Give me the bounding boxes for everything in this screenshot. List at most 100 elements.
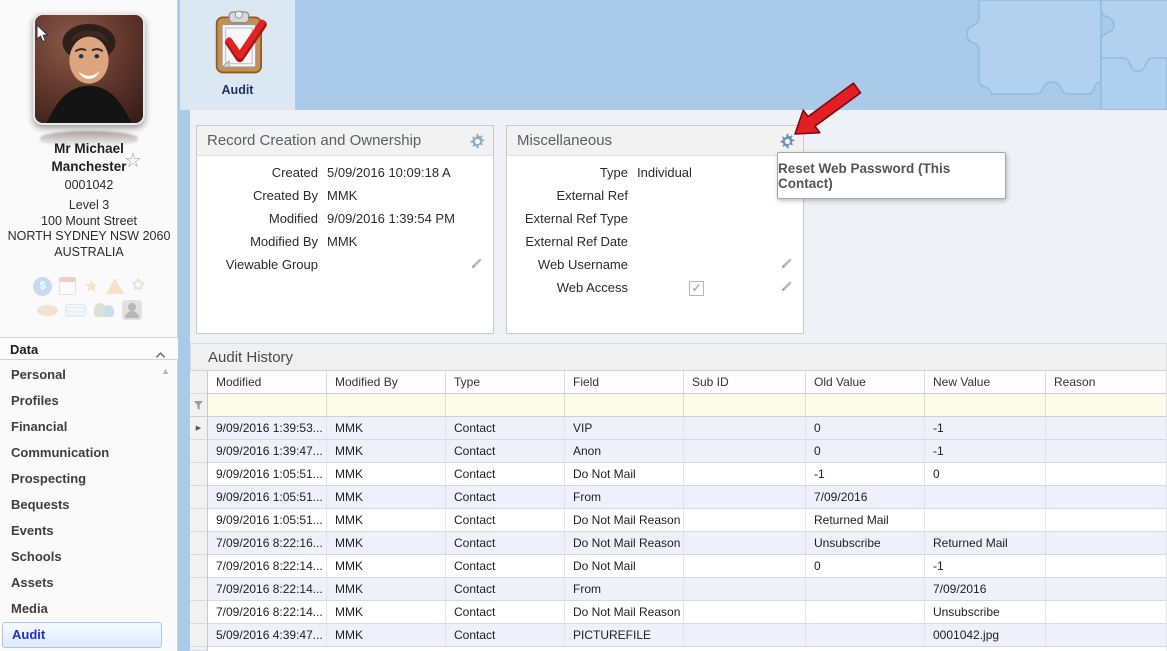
data-section-header[interactable]: Data (0, 337, 178, 360)
table-row[interactable]: 9/09/2016 1:05:51...MMKContactDo Not Mai… (190, 509, 1167, 532)
table-cell (1046, 624, 1167, 647)
filter-input[interactable] (684, 394, 806, 417)
table-cell: Unsubscribe (925, 601, 1046, 624)
table-row[interactable]: 9/09/2016 1:05:51...MMKContactFrom7/09/2… (190, 486, 1167, 509)
table-row[interactable]: 7/09/2016 8:22:14...MMKContactDo Not Mai… (190, 601, 1167, 624)
filter-input[interactable] (1046, 394, 1167, 417)
panel-field-row: Created ByMMK (197, 184, 493, 207)
panel-field-row: Created5/09/2016 10:09:18 A (197, 161, 493, 184)
sidebar-item-personal[interactable]: Personal (0, 362, 178, 388)
row-selector[interactable] (190, 509, 208, 532)
table-cell: 0001042.jpg (925, 624, 1046, 647)
table-cell (1046, 555, 1167, 578)
filter-input[interactable] (806, 394, 925, 417)
column-header-modified[interactable]: Modified (208, 371, 327, 394)
contact-name-line2: Manchester (0, 158, 178, 176)
favorite-star-icon[interactable]: ☆ (124, 148, 142, 173)
column-header-type[interactable]: Type (446, 371, 565, 394)
row-selector[interactable] (190, 624, 208, 647)
table-row[interactable]: 7/09/2016 8:22:14...MMKContactDo Not Mai… (190, 555, 1167, 578)
sidebar-item-assets[interactable]: Assets (0, 570, 178, 596)
current-row-indicator: ▶ (196, 425, 201, 432)
edit-pencil-icon[interactable] (780, 280, 793, 298)
sidebar-item-schools[interactable]: Schools (0, 544, 178, 570)
row-selector[interactable] (190, 601, 208, 624)
audit-clipboard-icon (206, 8, 270, 80)
table-row[interactable]: 7/09/2016 8:22:16...MMKContactDo Not Mai… (190, 532, 1167, 555)
edit-pencil-icon[interactable] (470, 257, 483, 275)
table-row[interactable]: 9/09/2016 1:05:51...MMKContactDo Not Mai… (190, 463, 1167, 486)
web-access-checkbox[interactable]: ✓ (689, 281, 704, 296)
audit-history-header: Audit History (190, 343, 1167, 371)
table-cell (684, 555, 806, 578)
row-selector[interactable]: ▶ (190, 417, 208, 440)
field-value: MMK (327, 234, 493, 249)
sidebar-item-events[interactable]: Events (0, 518, 178, 544)
sidebar-item-financial[interactable]: Financial (0, 414, 178, 440)
table-cell: 5/09/2016 4:39:47... (208, 624, 327, 647)
relationships-icon (93, 302, 115, 318)
table-cell: 0 (806, 440, 925, 463)
panel-record-body: Created5/09/2016 10:09:18 ACreated ByMMK… (197, 156, 493, 276)
column-header-field[interactable]: Field (565, 371, 684, 394)
table-cell: 7/09/2016 8:22:16... (208, 532, 327, 555)
sidebar-item-profiles[interactable]: Profiles (0, 388, 178, 414)
table-cell (806, 601, 925, 624)
audit-history-table: ModifiedModified ByTypeFieldSub IDOld Va… (190, 371, 1167, 651)
table-cell: 9/09/2016 1:39:47... (208, 440, 327, 463)
column-header-modified-by[interactable]: Modified By (327, 371, 446, 394)
edit-pencil-icon[interactable] (780, 257, 793, 275)
filter-input[interactable] (208, 394, 327, 417)
row-selector[interactable] (190, 578, 208, 601)
filter-input[interactable] (925, 394, 1046, 417)
pledge-icon (59, 277, 76, 295)
filter-input[interactable] (565, 394, 684, 417)
row-selector-header (190, 371, 208, 394)
annotation-arrow (782, 80, 866, 147)
contact-attribute-badges: $ ★ ✿ (0, 276, 178, 324)
table-cell (925, 486, 1046, 509)
table-cell (806, 578, 925, 601)
column-header-new-value[interactable]: New Value (925, 371, 1046, 394)
column-header-reason[interactable]: Reason (1046, 371, 1167, 394)
filter-icon[interactable] (190, 394, 208, 417)
table-row[interactable]: 7/09/2016 8:22:14...MMKContactFrom7/09/2… (190, 578, 1167, 601)
sidebar-item-prospecting[interactable]: Prospecting (0, 466, 178, 492)
sidebar-item-bequests[interactable]: Bequests (0, 492, 178, 518)
table-cell (684, 509, 806, 532)
row-selector[interactable] (190, 463, 208, 486)
filter-input[interactable] (327, 394, 446, 417)
column-header-old-value[interactable]: Old Value (806, 371, 925, 394)
table-row[interactable]: ▶9/09/2016 1:39:53...MMKContactVIP0-1 (190, 417, 1167, 440)
row-selector[interactable] (190, 486, 208, 509)
sidebar-item-media[interactable]: Media (0, 596, 178, 622)
table-cell (684, 486, 806, 509)
content-area: Record Creation and Ownership Created5/0… (190, 110, 1167, 651)
table-cell: Do Not Mail (565, 463, 684, 486)
table-cell: Contact (446, 440, 565, 463)
table-row[interactable]: 9/09/2016 1:39:47...MMKContactAnon0-1 (190, 440, 1167, 463)
row-selector[interactable] (190, 532, 208, 555)
field-label: External Ref (507, 188, 637, 203)
table-cell (684, 578, 806, 601)
sidebar-item-audit[interactable]: Audit (2, 622, 162, 648)
menu-scroll-up-icon[interactable]: ▲ (161, 366, 170, 376)
field-label: Viewable Group (197, 257, 327, 272)
row-selector[interactable] (190, 555, 208, 578)
tab-audit[interactable]: Audit (180, 0, 295, 110)
reset-web-password-menu-item[interactable]: Reset Web Password (This Contact) (777, 152, 1006, 199)
table-cell (1046, 440, 1167, 463)
tab-audit-label: Audit (222, 83, 254, 97)
sidebar-item-communication[interactable]: Communication (0, 440, 178, 466)
record-gear-icon[interactable] (469, 133, 486, 155)
table-row[interactable]: 5/09/2016 4:39:47...MMKContactPICTUREFIL… (190, 624, 1167, 647)
table-cell: Returned Mail (925, 532, 1046, 555)
table-cell: 0 (806, 555, 925, 578)
panel-field-row: External Ref (507, 184, 803, 207)
table-cell (684, 417, 806, 440)
field-label: Created (197, 165, 327, 180)
row-selector[interactable] (190, 440, 208, 463)
filter-input[interactable] (446, 394, 565, 417)
column-header-sub-id[interactable]: Sub ID (684, 371, 806, 394)
table-cell: 9/09/2016 1:39:53... (208, 417, 327, 440)
